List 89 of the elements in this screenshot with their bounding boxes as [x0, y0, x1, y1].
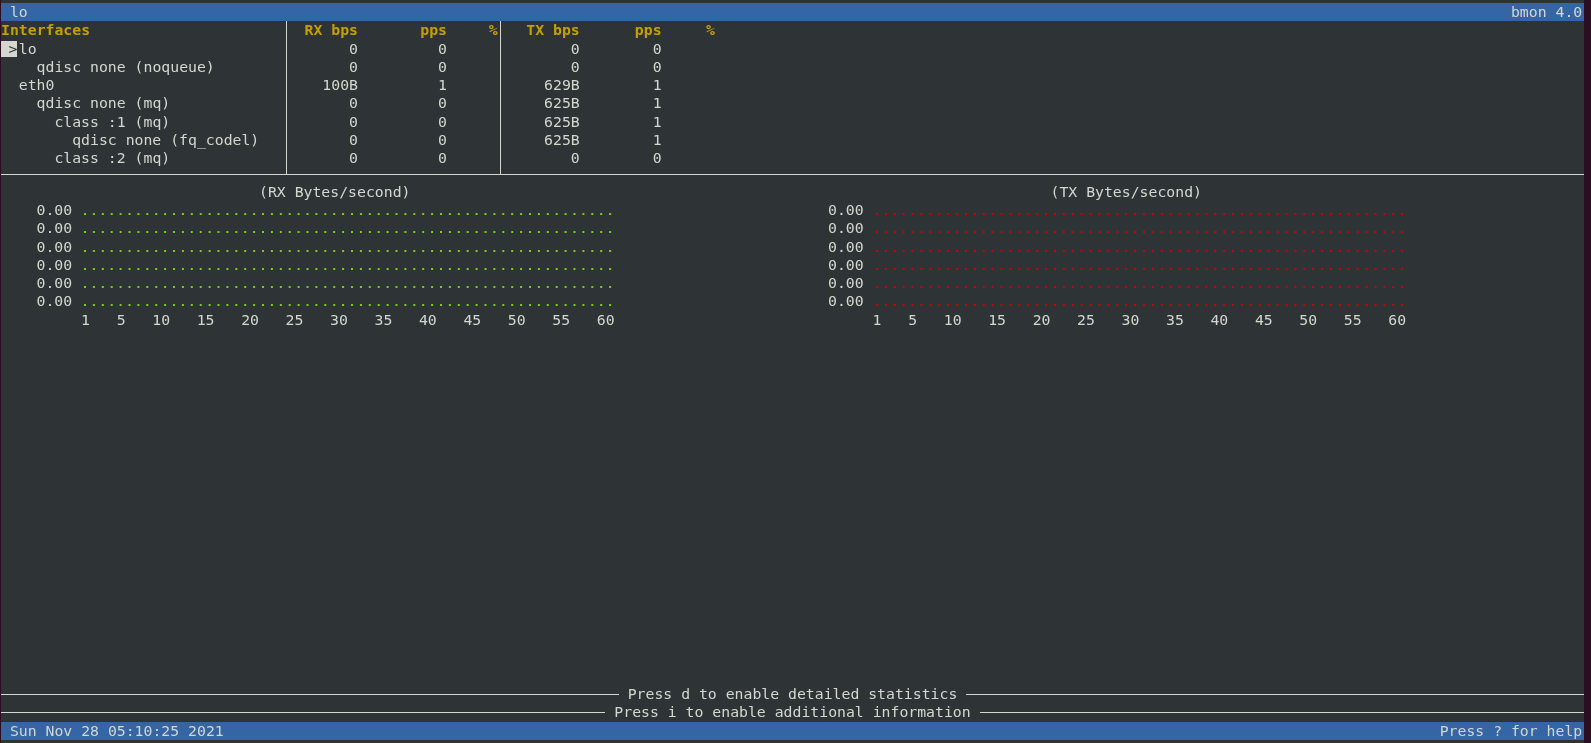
- table-cell-text: 0: [348, 94, 358, 113]
- axis-label: 20: [241, 310, 259, 330]
- table-cell-text: 0: [348, 112, 358, 132]
- axis-label: 1: [872, 310, 882, 330]
- interface-name[interactable]: qdisc none (mq): [36, 94, 171, 113]
- axis-label: 0.00: [827, 274, 864, 293]
- axis-label: 0.00: [827, 255, 864, 275]
- table-cell-text: 1: [651, 76, 662, 95]
- axis-label: 45: [463, 310, 482, 330]
- column-header: pps: [419, 21, 447, 40]
- axis-label: 0.00: [35, 255, 73, 275]
- axis-label: 55: [1343, 310, 1362, 330]
- interface-name[interactable]: class :1 (mq): [54, 112, 171, 132]
- window-title: lo: [9, 3, 28, 22]
- axis-label: 0.00: [35, 201, 73, 220]
- table-cell-text: 0: [437, 149, 447, 168]
- column-header: Interfaces: [1, 21, 92, 40]
- help-hint: Press ? for help: [1439, 721, 1583, 740]
- interface-name[interactable]: qdisc none (fq_codel): [72, 131, 260, 150]
- axis-label: 60: [596, 310, 615, 330]
- graph-title: (RX Bytes/second): [258, 182, 412, 201]
- axis-label: 0.00: [35, 274, 73, 293]
- axis-label: 30: [1121, 310, 1140, 330]
- table-cell-text: 0: [569, 57, 580, 77]
- table-cell-text: 1: [651, 112, 662, 132]
- table-cell-text: 625B: [543, 131, 580, 150]
- column-header: RX bps: [303, 21, 358, 40]
- axis-label: 40: [418, 310, 437, 330]
- axis-label: 15: [196, 310, 215, 330]
- column-header: %: [487, 21, 498, 40]
- column-header: TX bps: [525, 21, 580, 40]
- axis-label: 0.00: [827, 201, 864, 220]
- axis-label: 40: [1210, 310, 1229, 330]
- app-version: bmon 4.0: [1510, 3, 1583, 22]
- axis-label: 0.00: [827, 219, 864, 238]
- column-header: pps: [633, 21, 662, 40]
- axis-label: 60: [1388, 310, 1407, 330]
- hint-text: Press d to enable detailed statistics: [626, 685, 959, 704]
- table-cell-text: 0: [651, 149, 662, 168]
- table-cell-text: 100B: [321, 76, 358, 95]
- axis-label: 35: [1166, 310, 1184, 330]
- axis-label: 5: [908, 310, 918, 330]
- table-cell-text: 0: [437, 94, 447, 113]
- axis-label: 5: [116, 310, 126, 330]
- axis-label: 0.00: [35, 219, 73, 238]
- cursor-marker: >: [1, 40, 18, 57]
- table-cell-text: 0: [437, 131, 447, 150]
- table-cell-text: 625B: [543, 94, 580, 113]
- table-cell-text: 0: [348, 57, 358, 77]
- date-time: Sun Nov 28 05:10:25 2021: [9, 721, 224, 740]
- table-cell-text: 0: [437, 112, 447, 132]
- axis-label: 25: [1077, 310, 1095, 330]
- table-cell-text: 0: [348, 131, 358, 150]
- table-cell-text: 625B: [543, 112, 580, 132]
- table-cell-text: 0: [437, 57, 447, 77]
- table-cell-text: 0: [348, 39, 358, 58]
- table-cell-text: 1: [651, 94, 662, 113]
- interface-name[interactable]: class :2 (mq): [54, 149, 171, 168]
- axis-label: 20: [1032, 310, 1051, 330]
- table-cell-text: 0: [651, 39, 662, 58]
- axis-label: 35: [374, 310, 393, 330]
- table-cell-text: 629B: [543, 76, 580, 95]
- axis-label: 10: [152, 310, 170, 330]
- table-cell-text: 0: [348, 149, 358, 168]
- axis-label: 0.00: [35, 292, 73, 311]
- axis-label: 25: [285, 310, 304, 330]
- column-header: %: [705, 21, 715, 40]
- table-cell-text: 0: [437, 39, 447, 58]
- table-cell-text: 0: [569, 39, 580, 58]
- axis-label: 0.00: [827, 292, 864, 311]
- interface-name[interactable]: eth0: [18, 76, 55, 95]
- axis-label: 50: [1299, 310, 1318, 330]
- table-cell-text: 1: [437, 76, 447, 95]
- axis-label: 0.00: [827, 237, 864, 256]
- interface-name[interactable]: qdisc none (noqueue): [36, 57, 215, 77]
- axis-label: 50: [507, 310, 526, 330]
- axis-label: 55: [552, 310, 571, 330]
- axis-label: 15: [988, 310, 1006, 330]
- table-cell-text: 0: [569, 149, 580, 168]
- axis-label: 1: [81, 310, 90, 330]
- axis-label: 45: [1254, 310, 1273, 330]
- interface-name[interactable]: lo: [18, 39, 37, 58]
- table-cell-text: 1: [651, 131, 662, 150]
- graph-title: (TX Bytes/second): [1049, 182, 1203, 201]
- table-cell-text: 0: [651, 57, 662, 77]
- hint-text: Press i to enable additional information: [613, 703, 972, 722]
- axis-label: 0.00: [35, 237, 73, 256]
- axis-label: 30: [330, 310, 348, 330]
- axis-label: 10: [943, 310, 962, 330]
